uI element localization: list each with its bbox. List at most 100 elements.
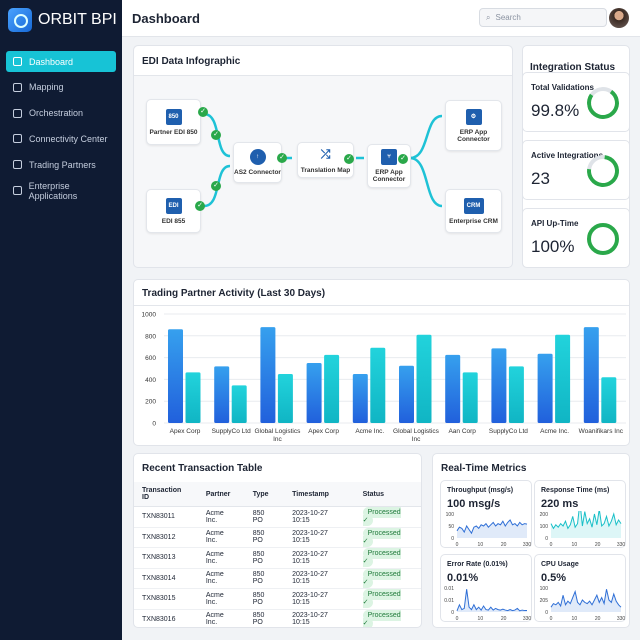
table-cell: 850 PO: [244, 568, 285, 589]
bar: [214, 366, 230, 423]
sidebar-item-orchestration[interactable]: Orchestration: [6, 103, 116, 124]
x-tick-label: SupplyCo Ltd: [489, 428, 528, 435]
node-edi-855[interactable]: EDI EDI 855: [146, 189, 201, 233]
sidebar-item-enterprise-applications[interactable]: Enterprise Applications: [6, 180, 116, 201]
bar: [260, 327, 276, 423]
table-cell: 850 PO: [244, 547, 285, 569]
metric-value: 0.01%: [447, 572, 479, 584]
y-tick-label: 50: [448, 524, 454, 530]
check-icon: ✓: [198, 107, 208, 117]
sparkline-area: [457, 520, 527, 538]
column-header[interactable]: Transaction ID: [134, 482, 198, 507]
document-icon: 850: [165, 108, 182, 125]
table-cell: Processed ✓: [354, 527, 421, 548]
column-header[interactable]: Partner: [197, 482, 245, 507]
edi-infographic-card: EDI Data Infographic 850 Partner EDI 850 …: [133, 45, 513, 268]
table-row[interactable]: TXN83013 Acme Inc. 850 PO 2023-10-27 10:15 P…: [134, 547, 421, 569]
table-row[interactable]: TXN83014 Acme Inc. 850 PO 2023-10-27 10:15 P…: [134, 568, 421, 589]
crm-icon: CRM: [463, 197, 484, 214]
table-cell: TXN83013: [134, 547, 198, 569]
column-header[interactable]: Type: [244, 482, 285, 507]
table-cell: TXN83011: [134, 506, 198, 528]
x-tick-label: 20: [501, 542, 507, 548]
gear-icon: ⚙: [465, 108, 482, 125]
sidebar-item-label: Mapping: [29, 82, 64, 93]
bar: [370, 347, 386, 423]
table-cell: Acme Inc.: [197, 588, 245, 610]
sidebar-item-connectivity-center[interactable]: Connectivity Center: [6, 128, 116, 149]
table-row[interactable]: TXN83011 Acme Inc. 850 PO 2023-10-27 10:15 P…: [134, 506, 421, 528]
x-tick-label: Global Logistics Inc: [254, 428, 301, 443]
bar: [168, 329, 183, 423]
check-icon: ✓: [344, 154, 354, 164]
bar: [462, 372, 478, 423]
link-icon: [13, 134, 22, 144]
integration-status-header: Integration Status: [522, 45, 630, 75]
sidebar: ORBIT BPI Dashboard Mapping Orchestration C…: [0, 0, 122, 640]
search-icon: ⌕: [486, 12, 491, 22]
check-icon: ✓: [277, 153, 287, 163]
x-tick-label: Woanifikars Inc: [579, 428, 624, 435]
y-tick-label: 0: [152, 421, 156, 428]
table-cell: 2023-10-27 10:15: [284, 527, 355, 548]
table-cell: Acme Inc.: [197, 568, 245, 589]
table-cell: 2023-10-27 10:15: [284, 568, 355, 589]
avatar[interactable]: [609, 8, 629, 28]
sidebar-item-trading-partners[interactable]: Trading Partners: [6, 154, 116, 175]
node-enterprise-crm[interactable]: CRM Enterprise CRM: [445, 189, 502, 233]
x-tick-label: 10: [572, 542, 578, 548]
table-row[interactable]: TXN83016 Acme Inc. 850 PO 2023-10-27 10:15 P…: [134, 609, 421, 627]
node-erp-app-connector[interactable]: ⑂ ERP App Connector: [367, 144, 411, 188]
sidebar-item-dashboard[interactable]: Dashboard: [6, 51, 116, 72]
x-tick-label: Acme Inc.: [540, 428, 569, 435]
bar: [306, 363, 322, 423]
table-row[interactable]: TXN83012 Acme Inc. 850 PO 2023-10-27 10:15 P…: [134, 527, 421, 548]
x-tick-label: 20: [595, 542, 601, 548]
page-title: Dashboard: [132, 11, 200, 26]
x-tick-label: 330: [617, 542, 626, 548]
table-cell: Processed ✓: [354, 568, 421, 589]
transaction-table: Transaction ID Partner Type Timestamp Status…: [134, 482, 421, 627]
metric-value: 220 ms: [541, 498, 579, 510]
x-tick-label: 330: [617, 616, 626, 622]
x-tick-label: Acme Inc.: [355, 428, 384, 435]
y-tick-label: 205: [540, 598, 549, 604]
header: Dashboard ⌕ Search: [122, 0, 640, 37]
table-cell: Processed ✓: [354, 588, 421, 610]
node-label: ERP App Connector: [457, 128, 490, 143]
sidebar-item-mapping[interactable]: Mapping: [6, 77, 116, 98]
table-cell: TXN83016: [134, 609, 198, 627]
node-as2-connector[interactable]: ↑ AS2 Connector: [233, 142, 282, 183]
metric-card: Response Time (ms) 220 ms 200 100 0 0 10 20 330: [534, 480, 626, 548]
bar: [537, 353, 553, 423]
status-label: Total Validations: [531, 83, 594, 92]
y-tick-label: 0: [451, 536, 454, 542]
metric-value: 100 msg/s: [447, 498, 501, 510]
bar: [399, 365, 414, 423]
node-erp-app-connector-target[interactable]: ⚙ ERP App Connector: [445, 100, 502, 151]
search-input[interactable]: ⌕ Search: [479, 8, 607, 27]
check-icon: ✓: [211, 130, 221, 140]
table-row[interactable]: TXN83015 Acme Inc. 850 PO 2023-10-27 10:15 P…: [134, 588, 421, 610]
sparkline: 0.01 0.01 00 10 20 330: [444, 586, 531, 622]
bar: [231, 385, 247, 423]
bar: [555, 334, 571, 423]
bar: [324, 354, 340, 423]
column-header[interactable]: Timestamp: [284, 482, 355, 507]
search-placeholder: Search: [495, 13, 521, 22]
sparkline: 200 100 00 10 20 330: [540, 511, 626, 548]
table-cell: 850 PO: [244, 609, 285, 627]
node-partner-edi-850[interactable]: 850 Partner EDI 850: [146, 99, 201, 145]
status-card: API Up-Time 100%: [522, 208, 630, 268]
y-tick-label: 100: [446, 512, 455, 518]
table-cell: 2023-10-27 10:15: [284, 609, 355, 627]
column-header[interactable]: Status: [354, 482, 421, 507]
bar: [277, 373, 293, 423]
y-tick-label: 600: [145, 355, 156, 362]
cloud-upload-icon: ↑: [249, 149, 266, 165]
logo-icon: [8, 8, 32, 32]
bar: [185, 372, 201, 423]
x-tick-label: 10: [572, 616, 578, 622]
status-badge: Processed ✓: [362, 568, 401, 588]
table-cell: Processed ✓: [354, 547, 421, 569]
